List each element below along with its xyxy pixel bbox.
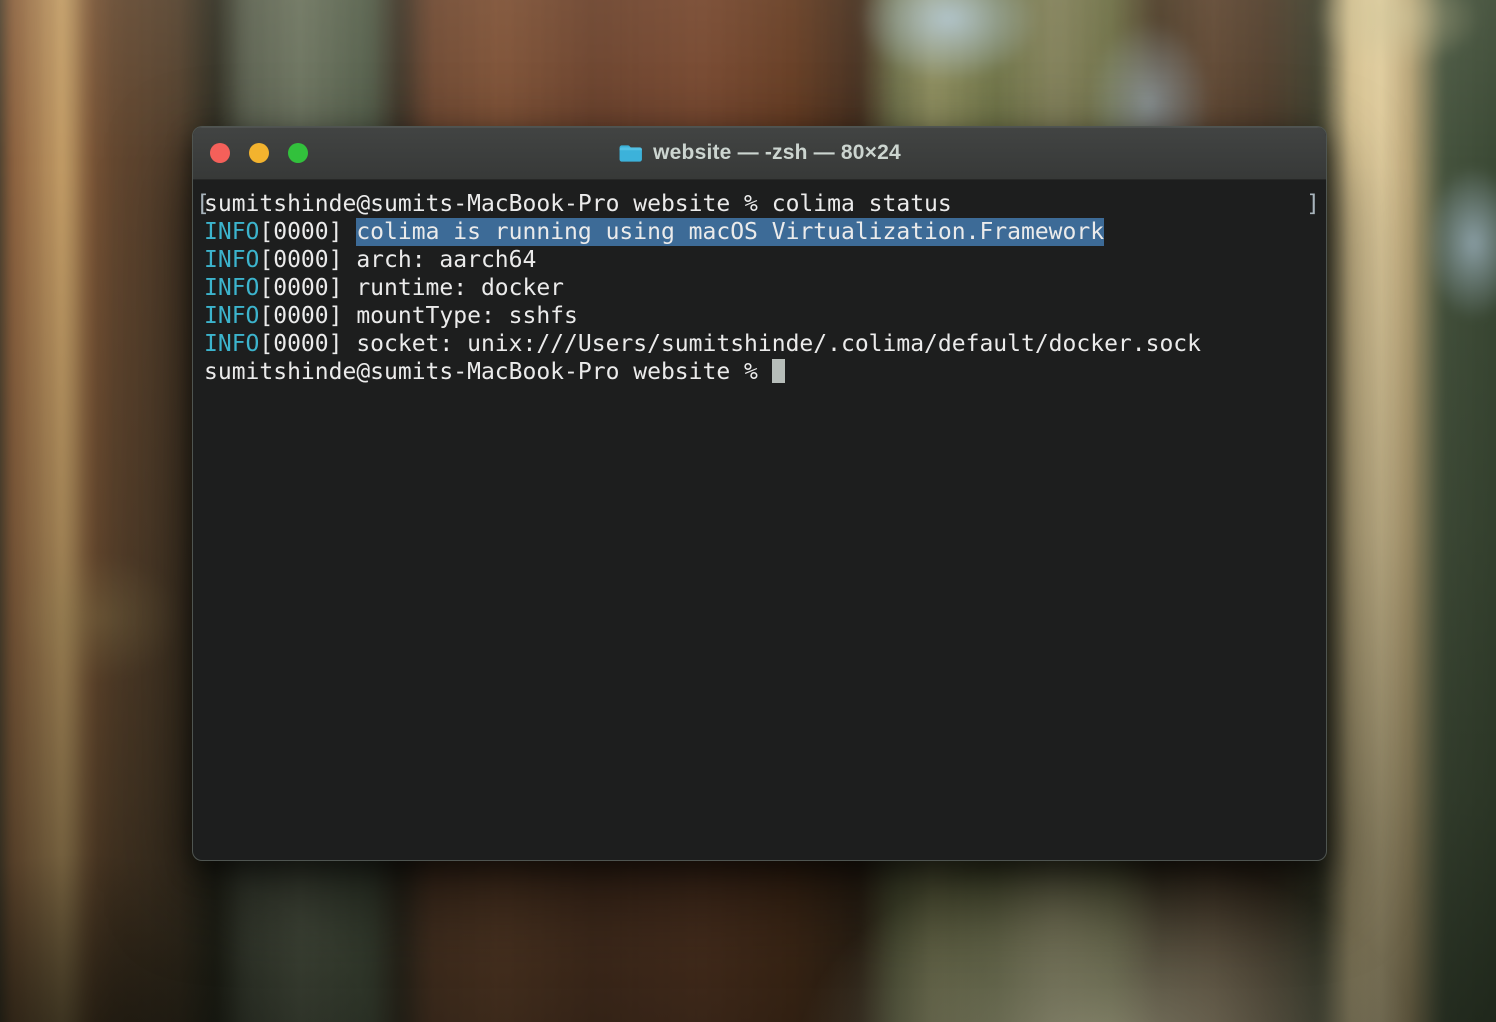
terminal-line: INFO[0000] mountType: sshfs: [204, 302, 1320, 330]
window-title: website — -zsh — 80×24: [653, 141, 901, 165]
terminal-content[interactable]: [sumitshinde@sumits-MacBook-Pro website …: [193, 180, 1326, 861]
terminal-text: [0000]: [259, 219, 356, 245]
terminal-text: [0000] arch: aarch64: [259, 247, 536, 273]
terminal-line: INFO[0000] arch: aarch64: [204, 246, 1320, 274]
log-level-info: INFO: [204, 247, 259, 273]
terminal-line: INFO[0000] runtime: docker: [204, 274, 1320, 302]
terminal-cursor: [772, 359, 785, 383]
terminal-text: [0000] socket: unix:///Users/sumitshinde…: [259, 331, 1201, 357]
terminal-line: INFO[0000] socket: unix:///Users/sumitsh…: [204, 330, 1320, 358]
minimize-button[interactable]: [249, 143, 269, 163]
prompt-mark-open: [: [196, 190, 210, 218]
selected-text: colima is running using macOS Virtualiza…: [356, 218, 1104, 246]
terminal-text: sumitshinde@sumits-MacBook-Pro website %: [204, 359, 772, 385]
terminal-window: website — -zsh — 80×24 [sumitshinde@sumi…: [192, 126, 1327, 861]
traffic-lights: [210, 127, 308, 179]
terminal-line: INFO[0000] colima is running using macOS…: [204, 218, 1320, 246]
folder-icon: [618, 143, 643, 163]
terminal-lines: [sumitshinde@sumits-MacBook-Pro website …: [204, 190, 1320, 386]
log-level-info: INFO: [204, 331, 259, 357]
terminal-line: sumitshinde@sumits-MacBook-Pro website %: [204, 358, 1320, 386]
close-button[interactable]: [210, 143, 230, 163]
log-level-info: INFO: [204, 219, 259, 245]
terminal-line: [sumitshinde@sumits-MacBook-Pro website …: [204, 190, 1320, 218]
terminal-text: [0000] runtime: docker: [259, 275, 564, 301]
titlebar[interactable]: website — -zsh — 80×24: [193, 127, 1326, 180]
prompt-mark-close: ]: [1306, 190, 1320, 218]
log-level-info: INFO: [204, 275, 259, 301]
terminal-text: sumitshinde@sumits-MacBook-Pro website %…: [204, 191, 952, 217]
terminal-text: [0000] mountType: sshfs: [259, 303, 578, 329]
log-level-info: INFO: [204, 303, 259, 329]
window-title-group: website — -zsh — 80×24: [618, 141, 901, 165]
fullscreen-button[interactable]: [288, 143, 308, 163]
